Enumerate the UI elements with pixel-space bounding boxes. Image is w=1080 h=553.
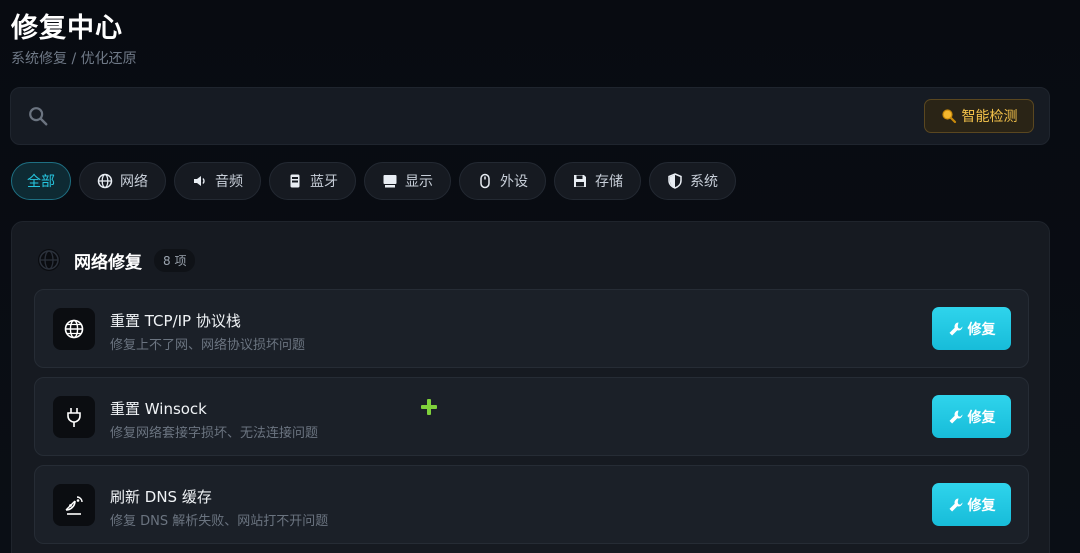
- monitor-icon: [382, 173, 398, 189]
- search-bar: 智能检测: [10, 87, 1050, 145]
- repair-item-tcpip: 重置 TCP/IP 协议栈 修复上不了网、网络协议损坏问题 修复: [34, 289, 1029, 368]
- wrench-icon: [949, 498, 962, 511]
- item-title: 重置 TCP/IP 协议栈: [110, 312, 241, 330]
- filter-chip-label: 系统: [690, 174, 718, 190]
- plug-icon: [53, 396, 95, 438]
- repair-button-label: 修复: [967, 497, 996, 514]
- mouse-icon: [477, 173, 493, 189]
- search-input[interactable]: [61, 102, 901, 132]
- filter-chip-display[interactable]: 显示: [364, 162, 451, 200]
- item-title: 重置 Winsock: [110, 400, 207, 418]
- count-badge: 8 项: [154, 248, 196, 272]
- filter-chip-label: 全部: [27, 174, 55, 190]
- shield-icon: [667, 173, 683, 189]
- wrench-icon: [949, 410, 962, 423]
- filter-chip-audio[interactable]: 音频: [174, 162, 261, 200]
- filter-chip-label: 外设: [500, 174, 528, 190]
- filter-chip-label: 音频: [215, 174, 243, 190]
- repair-item-dns: 刷新 DNS 缓存 修复 DNS 解析失败、网站打不开问题 修复: [34, 465, 1029, 544]
- speaker-icon: [192, 173, 208, 189]
- bluetooth-device-icon: [287, 173, 303, 189]
- filter-chip-label: 网络: [120, 174, 148, 190]
- filter-chip-system[interactable]: 系统: [649, 162, 736, 200]
- magnifier-emoji-icon: [941, 109, 956, 124]
- section-header: 网络修复 8 项: [36, 247, 196, 273]
- wrench-icon: [949, 322, 962, 335]
- item-title: 刷新 DNS 缓存: [110, 488, 212, 506]
- repair-item-winsock: 重置 Winsock 修复网络套接字损坏、无法连接问题 修复: [34, 377, 1029, 456]
- section-title: 网络修复: [74, 252, 142, 273]
- globe-icon: [97, 173, 113, 189]
- smart-detect-label: 智能检测: [961, 109, 1018, 125]
- repair-button-label: 修复: [967, 409, 996, 426]
- breadcrumb: 系统修复 / 优化还原: [11, 51, 137, 67]
- repair-button-label: 修复: [967, 321, 996, 338]
- crosshair-cursor-icon: [421, 399, 437, 415]
- repair-button[interactable]: 修复: [932, 395, 1011, 438]
- filter-chip-label: 存储: [595, 174, 623, 190]
- page-title: 修复中心: [11, 13, 123, 44]
- search-icon: [29, 107, 48, 126]
- smart-detect-button[interactable]: 智能检测: [924, 99, 1034, 133]
- satellite-icon: [53, 484, 95, 526]
- filter-chip-all[interactable]: 全部: [11, 162, 71, 200]
- filter-chip-label: 显示: [405, 174, 433, 190]
- repair-center-page: 修复中心 系统修复 / 优化还原 智能检测 全部 网络 音频 蓝牙 显示 外设 …: [0, 0, 1080, 553]
- network-repair-section: 网络修复 8 项 重置 TCP/IP 协议栈 修复上不了网、网络协议损坏问题 修…: [11, 221, 1050, 553]
- repair-button[interactable]: 修复: [932, 307, 1011, 350]
- floppy-icon: [572, 173, 588, 189]
- filter-chip-storage[interactable]: 存储: [554, 162, 641, 200]
- filter-chip-label: 蓝牙: [310, 174, 338, 190]
- globe-icon: [38, 249, 60, 271]
- filter-chip-peripherals[interactable]: 外设: [459, 162, 546, 200]
- item-description: 修复 DNS 解析失败、网站打不开问题: [110, 514, 329, 529]
- globe-icon: [53, 308, 95, 350]
- filter-chip-bluetooth[interactable]: 蓝牙: [269, 162, 356, 200]
- filter-chip-network[interactable]: 网络: [79, 162, 166, 200]
- item-description: 修复网络套接字损坏、无法连接问题: [110, 426, 319, 441]
- category-filter-bar: 全部 网络 音频 蓝牙 显示 外设 存储 系统: [11, 162, 736, 200]
- item-description: 修复上不了网、网络协议损坏问题: [110, 338, 306, 353]
- repair-button[interactable]: 修复: [932, 483, 1011, 526]
